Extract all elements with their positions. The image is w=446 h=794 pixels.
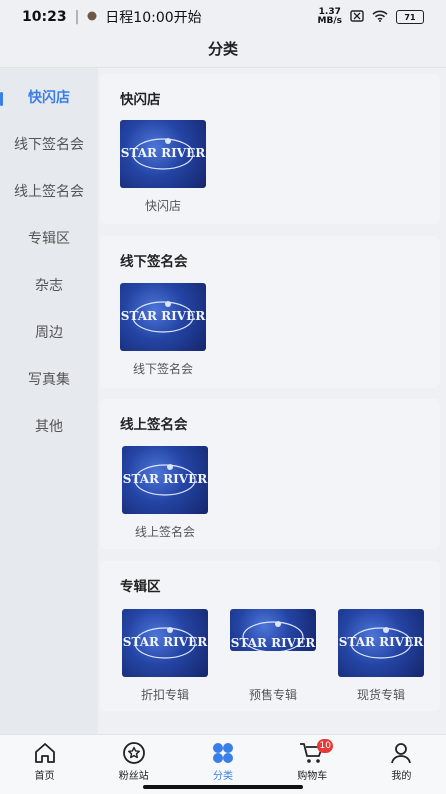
category-sidebar: 快闪店 线下签名会 线上签名会 专辑区 杂志 周边 写真集 其他 [0, 68, 98, 734]
net-speed: 1.37 MB/s [318, 8, 342, 26]
category-item-flash-store[interactable]: STAR RIVER 快闪店 [118, 120, 208, 214]
star-river-logo-image: STAR RIVER [230, 609, 316, 651]
category-item-label: 折扣专辑 [140, 688, 189, 702]
battery-level: 71 [404, 12, 416, 22]
net-speed-unit: MB/s [317, 16, 342, 26]
category-icon [178, 741, 267, 765]
sidebar-item-online-signing[interactable]: 线上签名会 [0, 162, 98, 209]
star-river-logo-image: STAR RIVER [122, 609, 208, 677]
section-title: 线上签名会 [120, 417, 188, 433]
category-item-label: 现货专辑 [356, 688, 405, 702]
page-title: 分类 [0, 34, 446, 68]
status-bar: 10:23 | 日程10:00开始 1.37 MB/s 71 [0, 0, 446, 34]
notification-icon [87, 9, 97, 25]
category-item-offline-signing[interactable]: STAR RIVER 线下签名会 [118, 283, 208, 377]
cart-icon [268, 741, 357, 765]
tab-home[interactable]: 首页 [0, 735, 89, 794]
category-item-online-signing[interactable]: STAR RIVER 线上签名会 [120, 446, 210, 540]
logo-text: STAR RIVER [339, 635, 424, 649]
star-river-logo-image: STAR RIVER [338, 609, 424, 677]
logo-text: STAR RIVER [123, 635, 208, 649]
section-offline-signing: 线下签名会 STAR RIVER 线下签名会 [100, 236, 440, 388]
home-indicator[interactable] [143, 785, 303, 789]
profile-icon [357, 741, 446, 765]
category-item-label: 预售专辑 [248, 688, 297, 702]
logo-text: STAR RIVER [121, 146, 206, 160]
star-river-logo-image: STAR RIVER [120, 120, 206, 188]
logo-text: STAR RIVER [231, 636, 316, 650]
section-title: 专辑区 [120, 579, 161, 595]
section-albums: 专辑区 STAR RIVER 折扣专辑 STAR RIVER 预售专辑 STAR… [100, 561, 440, 711]
tab-label: 购物车 [297, 771, 328, 782]
logo-text: STAR RIVER [123, 472, 208, 486]
logo-text: STAR RIVER [121, 309, 206, 323]
star-river-logo-image: STAR RIVER [120, 283, 206, 351]
category-item-label: 快闪店 [144, 199, 181, 213]
section-flash-store: 快闪店 STAR RIVER 快闪店 [100, 74, 440, 224]
sidebar-item-photobooks[interactable]: 写真集 [0, 350, 98, 397]
sidebar-item-albums[interactable]: 专辑区 [0, 209, 98, 256]
cart-badge: 10 [317, 739, 334, 753]
sidebar-item-magazines[interactable]: 杂志 [0, 256, 98, 303]
sidebar-item-merch[interactable]: 周边 [0, 303, 98, 350]
section-title: 快闪店 [120, 92, 161, 108]
tab-label: 我的 [391, 771, 412, 782]
category-item-presale-albums[interactable]: STAR RIVER 预售专辑 [228, 609, 318, 703]
tab-profile[interactable]: 我的 [357, 735, 446, 794]
category-item-instock-albums[interactable]: STAR RIVER 现货专辑 [336, 609, 426, 703]
battery-icon: 71 [396, 10, 424, 24]
sidebar-item-offline-signing[interactable]: 线下签名会 [0, 115, 98, 162]
section-online-signing: 线上签名会 STAR RIVER 线上签名会 [100, 399, 440, 549]
status-notification: 日程10:00开始 [105, 10, 202, 26]
category-item-label: 线下签名会 [132, 362, 193, 376]
status-separator: | [74, 9, 80, 25]
no-sim-icon [350, 9, 364, 25]
section-title: 线下签名会 [120, 254, 188, 270]
wifi-icon [372, 10, 388, 25]
category-item-label: 线上签名会 [134, 525, 195, 539]
sidebar-item-flash-store[interactable]: 快闪店 [0, 68, 98, 115]
sidebar-item-others[interactable]: 其他 [0, 397, 98, 444]
status-time: 10:23 [22, 9, 67, 25]
star-river-logo-image: STAR RIVER [122, 446, 208, 514]
tab-label: 粉丝站 [118, 771, 149, 782]
home-icon [0, 741, 89, 765]
tab-label: 分类 [213, 771, 233, 782]
star-circle-icon [89, 741, 178, 765]
tab-label: 首页 [34, 771, 55, 782]
category-item-discount-albums[interactable]: STAR RIVER 折扣专辑 [120, 609, 210, 703]
category-content: 快闪店 STAR RIVER 快闪店 线下签名会 STAR RIVER 线下签名… [98, 68, 446, 734]
